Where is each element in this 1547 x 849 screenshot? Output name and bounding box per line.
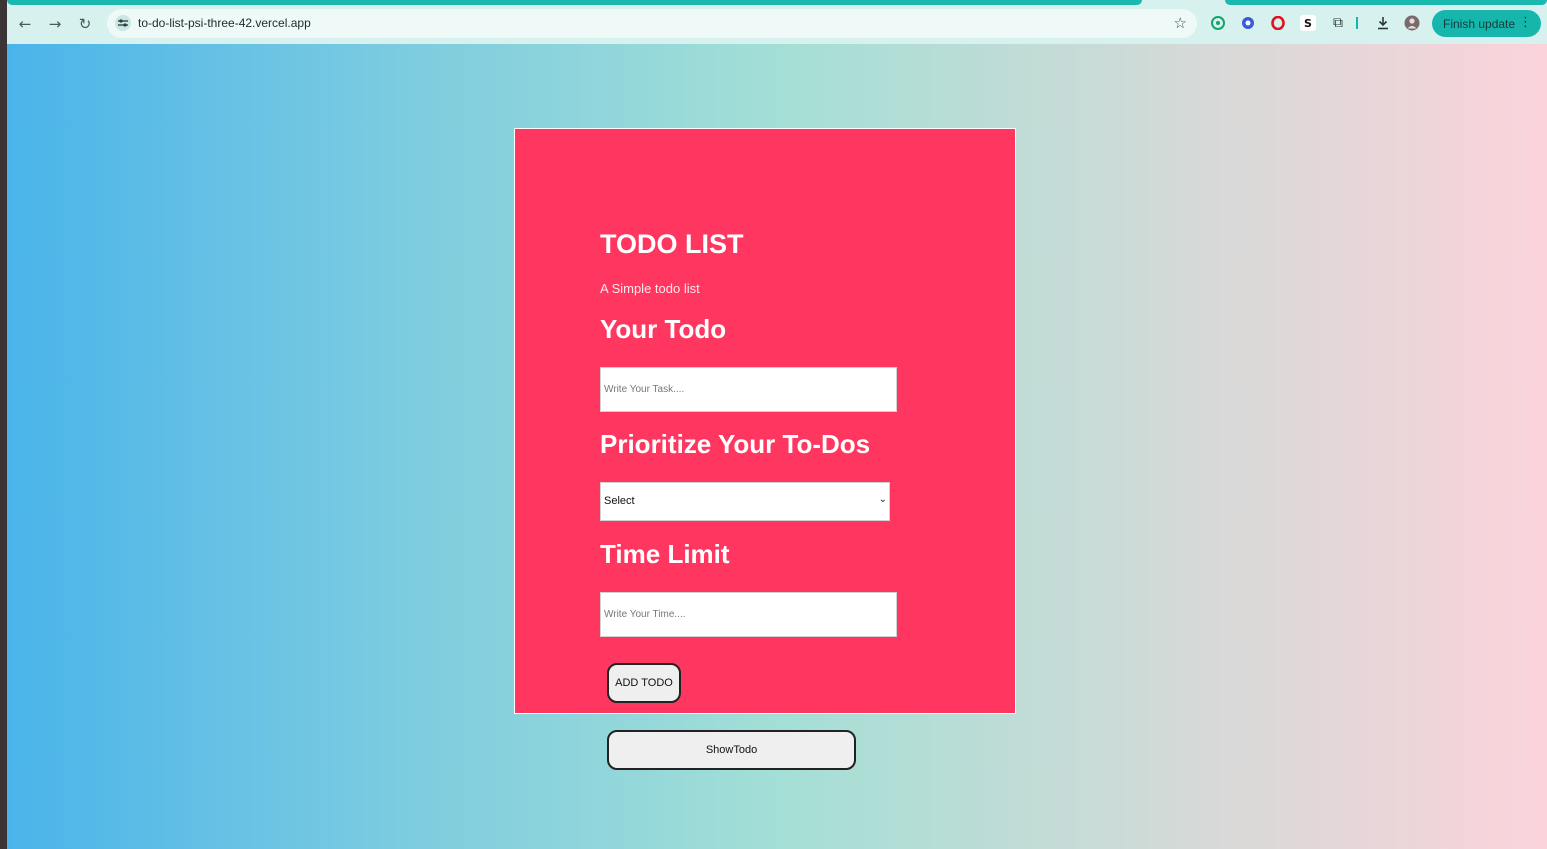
address-bar[interactable]: to-do-list-psi-three-42.vercel.app ☆ — [107, 9, 1197, 38]
page-viewport: TODO LIST A Simple todo list Your Todo P… — [7, 44, 1547, 849]
time-input[interactable] — [600, 592, 897, 637]
arrow-left-icon: ← — [18, 15, 32, 33]
browser-toolbar: ← → ↻ to-do-list-psi-three-42.vercel.app… — [7, 0, 1547, 44]
tune-icon[interactable] — [115, 15, 131, 31]
tab-strip[interactable] — [1225, 0, 1547, 5]
task-input[interactable] — [600, 367, 897, 412]
active-tab-strip[interactable] — [7, 0, 1142, 5]
extension-blue-icon[interactable] — [1240, 15, 1256, 31]
toolbar-divider — [1356, 17, 1358, 29]
puzzle-icon[interactable]: ⧉ — [1330, 15, 1346, 31]
time-limit-heading: Time Limit — [600, 539, 730, 569]
priority-heading: Prioritize Your To-Dos — [600, 429, 871, 459]
s-extension-icon[interactable]: S — [1300, 15, 1316, 31]
arrow-right-icon: → — [48, 15, 62, 33]
your-todo-heading: Your Todo — [600, 314, 727, 344]
reload-button[interactable]: ↻ — [73, 12, 97, 36]
priority-select[interactable]: Select ⌄ — [600, 482, 890, 521]
star-icon[interactable]: ☆ — [1174, 14, 1187, 32]
opera-icon[interactable] — [1270, 15, 1286, 31]
download-icon[interactable] — [1375, 15, 1391, 31]
grammarly-icon[interactable] — [1210, 15, 1226, 31]
add-todo-button[interactable]: ADD TODO — [607, 663, 681, 703]
finish-update-label: Finish update — [1443, 16, 1516, 31]
page-title: TODO LIST — [600, 229, 744, 259]
reload-icon: ↻ — [78, 15, 92, 33]
forward-button[interactable]: → — [43, 12, 67, 36]
window-left-edge — [0, 0, 7, 849]
todo-card: TODO LIST A Simple todo list Your Todo P… — [514, 128, 1016, 714]
show-todo-button[interactable]: ShowTodo — [607, 730, 856, 770]
chevron-down-icon: ⌄ — [878, 494, 887, 505]
finish-update-button[interactable]: Finish update ⋮ — [1432, 10, 1541, 37]
back-button[interactable]: ← — [13, 12, 37, 36]
url-text[interactable]: to-do-list-psi-three-42.vercel.app — [138, 16, 311, 30]
priority-select-value: Select — [604, 495, 635, 507]
profile-icon[interactable] — [1404, 15, 1420, 31]
page-subtitle: A Simple todo list — [600, 281, 700, 296]
more-vert-icon: ⋮ — [1519, 15, 1532, 30]
